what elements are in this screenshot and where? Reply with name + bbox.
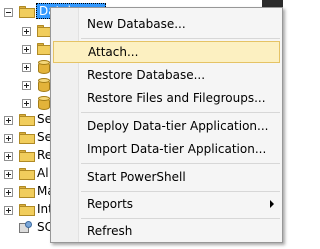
menu-separator (81, 218, 280, 219)
folder-icon (19, 186, 35, 198)
menu-item-start-powershell[interactable]: Start PowerShell (53, 166, 280, 188)
context-menu: New Database... Attach... Restore Databa… (50, 7, 283, 243)
menu-item-label: Attach... (88, 45, 139, 59)
menu-separator (81, 191, 280, 192)
expand-icon[interactable] (4, 134, 13, 143)
menu-item-restore-database[interactable]: Restore Database... (53, 64, 280, 86)
database-icon (38, 78, 50, 92)
menu-item-label: Import Data-tier Application... (87, 142, 267, 156)
menu-item-new-database[interactable]: New Database... (53, 13, 280, 35)
expand-icon[interactable] (22, 99, 31, 108)
menu-item-label: Deploy Data-tier Application... (87, 119, 269, 133)
menu-item-attach[interactable]: Attach... (53, 41, 280, 63)
expand-icon[interactable] (4, 188, 13, 197)
expand-icon[interactable] (22, 81, 31, 90)
expand-icon[interactable] (4, 206, 13, 215)
folder-icon (19, 150, 35, 162)
expand-icon[interactable] (4, 152, 13, 161)
menu-item-label: New Database... (87, 17, 186, 31)
menu-item-refresh[interactable]: Refresh (53, 220, 280, 242)
folder-icon (19, 132, 35, 144)
menu-item-label: Restore Files and Filegroups... (87, 91, 266, 105)
menu-item-restore-files[interactable]: Restore Files and Filegroups... (53, 87, 280, 109)
folder-icon (19, 204, 35, 216)
database-icon (38, 96, 50, 110)
submenu-arrow-icon (270, 200, 274, 208)
folder-icon (19, 168, 35, 180)
sql-agent-icon (19, 221, 35, 235)
menu-separator (81, 163, 280, 164)
expand-icon[interactable] (22, 63, 31, 72)
expand-icon[interactable] (4, 170, 13, 179)
menu-item-label: Refresh (87, 224, 133, 238)
tree-node-label: Al (37, 166, 49, 180)
expand-icon[interactable] (22, 27, 31, 36)
database-icon (38, 60, 50, 74)
expand-icon[interactable] (4, 116, 13, 125)
menu-item-deploy-data-tier[interactable]: Deploy Data-tier Application... (53, 115, 280, 137)
menu-separator (81, 38, 280, 39)
collapse-icon[interactable] (4, 8, 13, 17)
folder-icon (19, 114, 35, 126)
menu-item-label: Restore Database... (87, 68, 206, 82)
menu-separator (81, 112, 280, 113)
menu-item-reports[interactable]: Reports (53, 193, 280, 215)
menu-item-label: Start PowerShell (87, 170, 186, 184)
menu-item-label: Reports (87, 197, 134, 211)
expand-icon[interactable] (22, 45, 31, 54)
folder-icon (19, 6, 35, 18)
menu-item-import-data-tier[interactable]: Import Data-tier Application... (53, 138, 280, 160)
